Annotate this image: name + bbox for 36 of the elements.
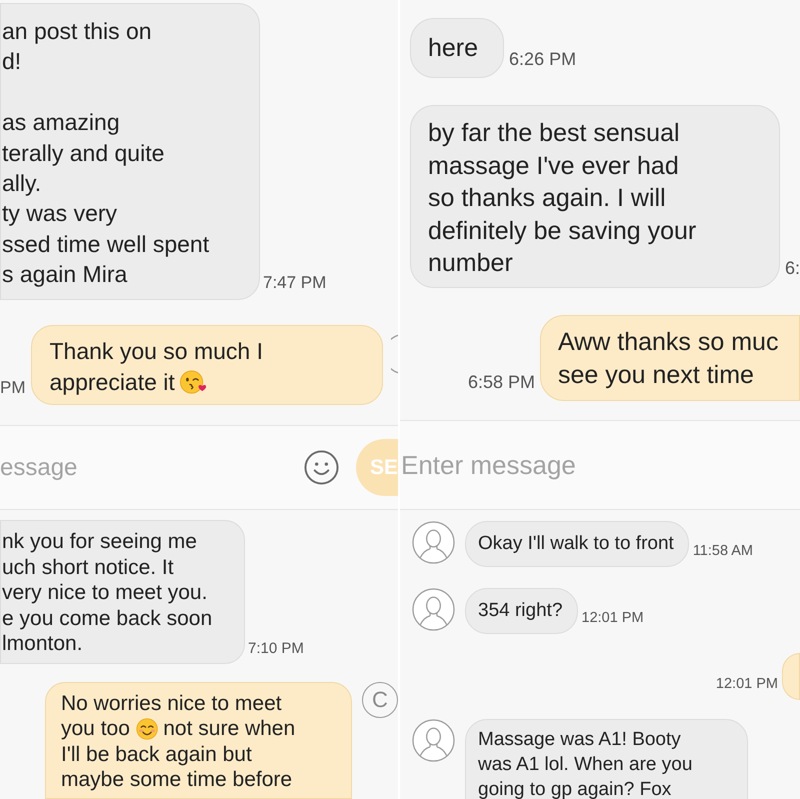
emoji-button[interactable] — [304, 450, 339, 485]
message-time: 7:47 PM — [263, 272, 326, 294]
message-text: Massage was A1! Booty was A1 lol. When are you going to gp again? Fox — [478, 729, 692, 799]
message-text: by far the best sensual massage I've ever had so thanks again. I will definitely be saving your number — [428, 119, 696, 277]
message-text: No worries nice to meet — [61, 690, 282, 716]
person-avatar-icon — [412, 521, 455, 564]
smiling-face-icon — [134, 718, 159, 740]
contact-avatar: C — [362, 682, 398, 718]
message-time: 12:01 PM — [716, 675, 778, 694]
message-text: nk you for seeing me uch short notice. It very nice to meet you. e you come back soon lmonton. — [2, 530, 212, 655]
message-time: 7:10 PM — [248, 639, 304, 659]
message-text: an post this on d! as amazing terally and quite ally. ty was very ssed time well spent s again Mira — [2, 18, 210, 288]
message-input[interactable]: essage — [0, 450, 296, 486]
smiley-icon — [304, 450, 339, 485]
send-button[interactable]: SE — [356, 439, 398, 496]
person-avatar-icon — [412, 588, 455, 631]
message-time: 11:58 AM — [692, 542, 754, 562]
message-text: Okay I'll walk to to front — [478, 533, 674, 554]
message-input[interactable]: Enter message — [400, 446, 800, 484]
message-time: PM — [0, 377, 26, 400]
kissing-face-icon — [180, 370, 206, 394]
message-text: Thank you so much I — [50, 336, 263, 366]
message-time: 6: — [785, 256, 800, 280]
message-text: not sure when — [163, 716, 296, 742]
avatar-icon — [390, 332, 398, 375]
message-time: 12:01 PM — [582, 609, 644, 628]
message-text: 354 right? — [478, 600, 563, 621]
message-text: I'll be back again but maybe some time before — [61, 742, 292, 792]
message-text: Aww thanks so muc see you next time — [558, 328, 778, 388]
message-bubble — [782, 653, 800, 700]
message-text: here — [428, 34, 478, 62]
person-avatar-icon — [412, 719, 455, 762]
message-time: 6:26 PM — [509, 48, 576, 71]
message-text: appreciate it — [50, 368, 175, 397]
message-time: 6:58 PM — [468, 370, 535, 394]
message-text: you too — [61, 716, 130, 742]
